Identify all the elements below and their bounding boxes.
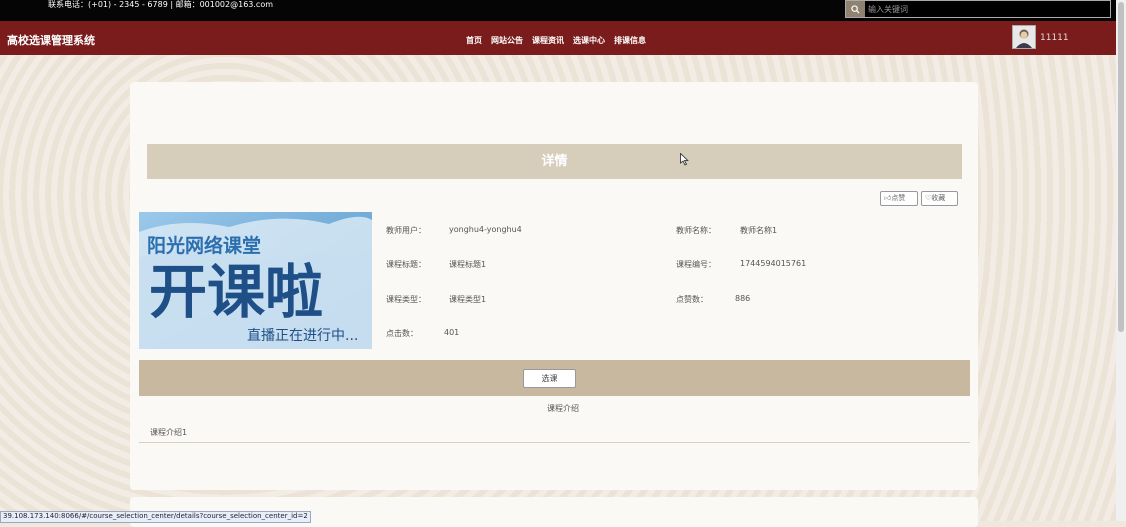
like-button-label: 点赞 [891, 194, 906, 202]
site-title: 高校选课管理系统 [7, 34, 95, 47]
nav-item-announcements[interactable]: 网站公告 [491, 35, 523, 46]
likes-label: 点赞数： [676, 295, 708, 304]
user-avatar-icon [1013, 26, 1035, 48]
search-input[interactable] [868, 1, 1106, 17]
select-course-button[interactable]: 选课 [523, 369, 576, 388]
course-image-caption-1: 阳光网络课堂 [147, 234, 261, 257]
course-image-caption-2: 开课啦 [149, 258, 323, 326]
search-icon [851, 4, 860, 14]
contact-info: 联系电话：(+01) - 2345 - 6789 | 邮箱：001002@163… [48, 0, 274, 9]
main-nav: 高校选课管理系统 首页 网站公告 课程资讯 选课中心 排课信息 11111 [0, 21, 1116, 55]
course-no-label: 课程编号： [676, 260, 716, 269]
nav-item-schedule[interactable]: 排课信息 [614, 35, 646, 46]
user-name[interactable]: 11111 [1040, 33, 1069, 43]
course-image-caption-3: 直播正在进行中... [247, 327, 358, 344]
teacher-name-value: 教师名称1 [740, 226, 778, 235]
top-bar: 联系电话：(+01) - 2345 - 6789 | 邮箱：001002@163… [0, 0, 1126, 21]
clicks-value: 401 [444, 328, 460, 337]
course-title-value: 课程标题1 [449, 260, 487, 269]
course-type-value: 课程类型1 [449, 295, 487, 304]
clicks-label: 点击数： [386, 329, 418, 338]
teacher-name-label: 教师名称： [676, 226, 716, 235]
nav-item-course-selection[interactable]: 选课中心 [573, 35, 605, 46]
course-image: 阳光网络课堂 开课啦 直播正在进行中... [139, 212, 372, 349]
nav-item-course-news[interactable]: 课程资讯 [532, 35, 564, 46]
favorite-button[interactable]: ♡收藏 [921, 191, 958, 206]
divider [139, 442, 970, 443]
nav-menu: 首页 网站公告 课程资讯 选课中心 排课信息 [466, 35, 646, 46]
search-button[interactable] [846, 1, 865, 17]
browser-status-url: 39.108.173.140:8066/#/course_selection_c… [0, 511, 311, 523]
course-type-label: 课程类型： [386, 295, 426, 304]
search-box [845, 0, 1111, 18]
course-intro-text: 课程介绍1 [150, 428, 188, 437]
teacher-user-label: 教师用户： [386, 226, 426, 235]
mouse-cursor-icon [680, 153, 689, 166]
nav-item-home[interactable]: 首页 [466, 35, 482, 46]
page-title: 详情 [541, 154, 568, 169]
scrollbar-thumb[interactable] [1118, 2, 1124, 332]
course-no-value: 1744594015761 [740, 259, 807, 268]
course-intro-heading: 课程介绍 [547, 404, 579, 413]
avatar[interactable] [1012, 25, 1036, 49]
like-button[interactable]: 👍︎点赞 [880, 191, 918, 206]
detail-title-bar: 详情 [147, 144, 962, 179]
favorite-button-label: 收藏 [931, 194, 946, 202]
likes-value: 886 [735, 294, 751, 303]
teacher-user-value: yonghu4-yonghu4 [449, 225, 522, 234]
course-title-label: 课程标题： [386, 260, 426, 269]
